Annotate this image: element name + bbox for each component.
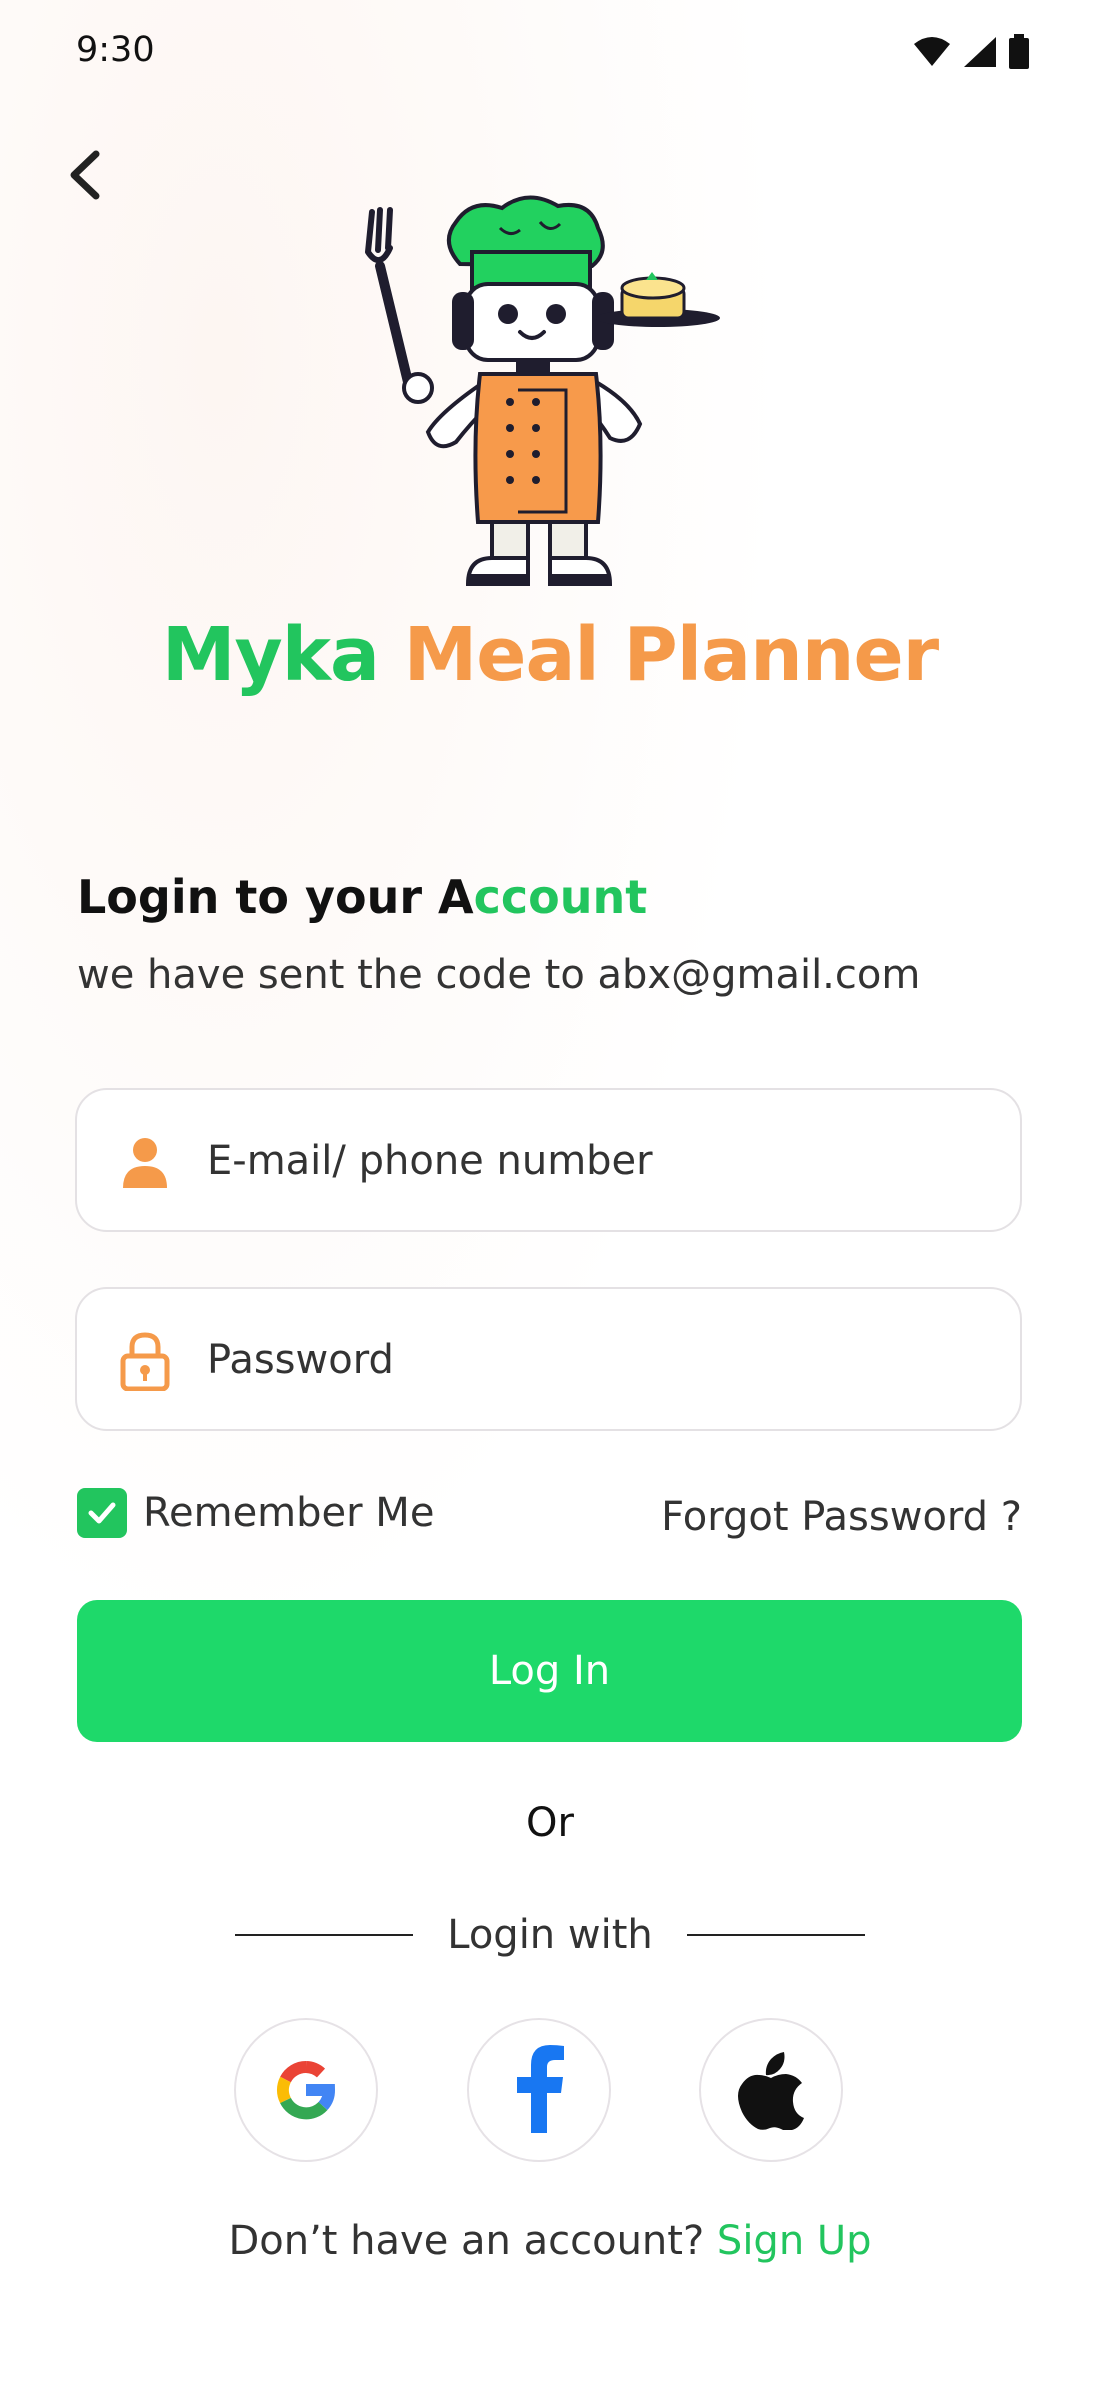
signup-row: Don’t have an account? Sign Up — [0, 2218, 1100, 2264]
lock-icon — [120, 1332, 170, 1391]
login-with-label: Login with — [447, 1912, 653, 1958]
email-field[interactable] — [75, 1088, 1022, 1232]
remember-me-checkbox[interactable] — [77, 1488, 127, 1538]
remember-me-label: Remember Me — [143, 1490, 435, 1536]
login-heading-prefix: Login to your A — [77, 870, 474, 924]
status-icons — [912, 34, 1030, 70]
chef-robot-illustration — [365, 195, 720, 586]
login-subtext: we have sent the code to abx@gmail.com — [77, 952, 921, 998]
login-heading: Login to your Account — [77, 870, 647, 924]
login-heading-accent: ccount — [473, 870, 648, 924]
google-login-button[interactable] — [234, 2018, 378, 2162]
password-input[interactable] — [205, 1289, 989, 1431]
checkmark-icon — [88, 1502, 116, 1524]
signup-link[interactable]: Sign Up — [717, 2218, 872, 2264]
login-with-divider: Login with — [0, 1912, 1100, 1958]
google-icon — [276, 2060, 335, 2120]
fork-icon — [365, 207, 413, 387]
user-icon — [123, 1138, 167, 1188]
facebook-login-button[interactable] — [467, 2018, 611, 2162]
email-input[interactable] — [205, 1090, 989, 1232]
password-field[interactable] — [75, 1287, 1022, 1431]
login-button[interactable]: Log In — [77, 1600, 1022, 1742]
chevron-left-icon — [70, 150, 100, 200]
facebook-icon — [517, 2045, 564, 2133]
forgot-password-link[interactable]: Forgot Password ? — [661, 1494, 1022, 1540]
status-time: 9:30 — [76, 30, 155, 70]
or-label: Or — [526, 1800, 574, 1846]
status-bar: 9:30 — [0, 0, 1100, 100]
battery-icon — [1009, 34, 1029, 69]
signup-prompt: Don’t have an account? — [228, 2218, 705, 2264]
app-title-part2: Meal Planner — [403, 612, 939, 698]
divider-line-left — [235, 1934, 414, 1936]
back-button[interactable] — [58, 140, 118, 210]
app-title-part1: Myka — [161, 612, 380, 698]
divider-line-right — [686, 1934, 865, 1936]
app-title: Myka Meal Planner — [0, 612, 1100, 698]
apple-icon — [738, 2052, 804, 2130]
apple-login-button[interactable] — [699, 2018, 843, 2162]
wifi-icon — [914, 37, 950, 66]
remember-me-toggle[interactable]: Remember Me — [77, 1488, 434, 1538]
signal-icon — [964, 37, 996, 67]
